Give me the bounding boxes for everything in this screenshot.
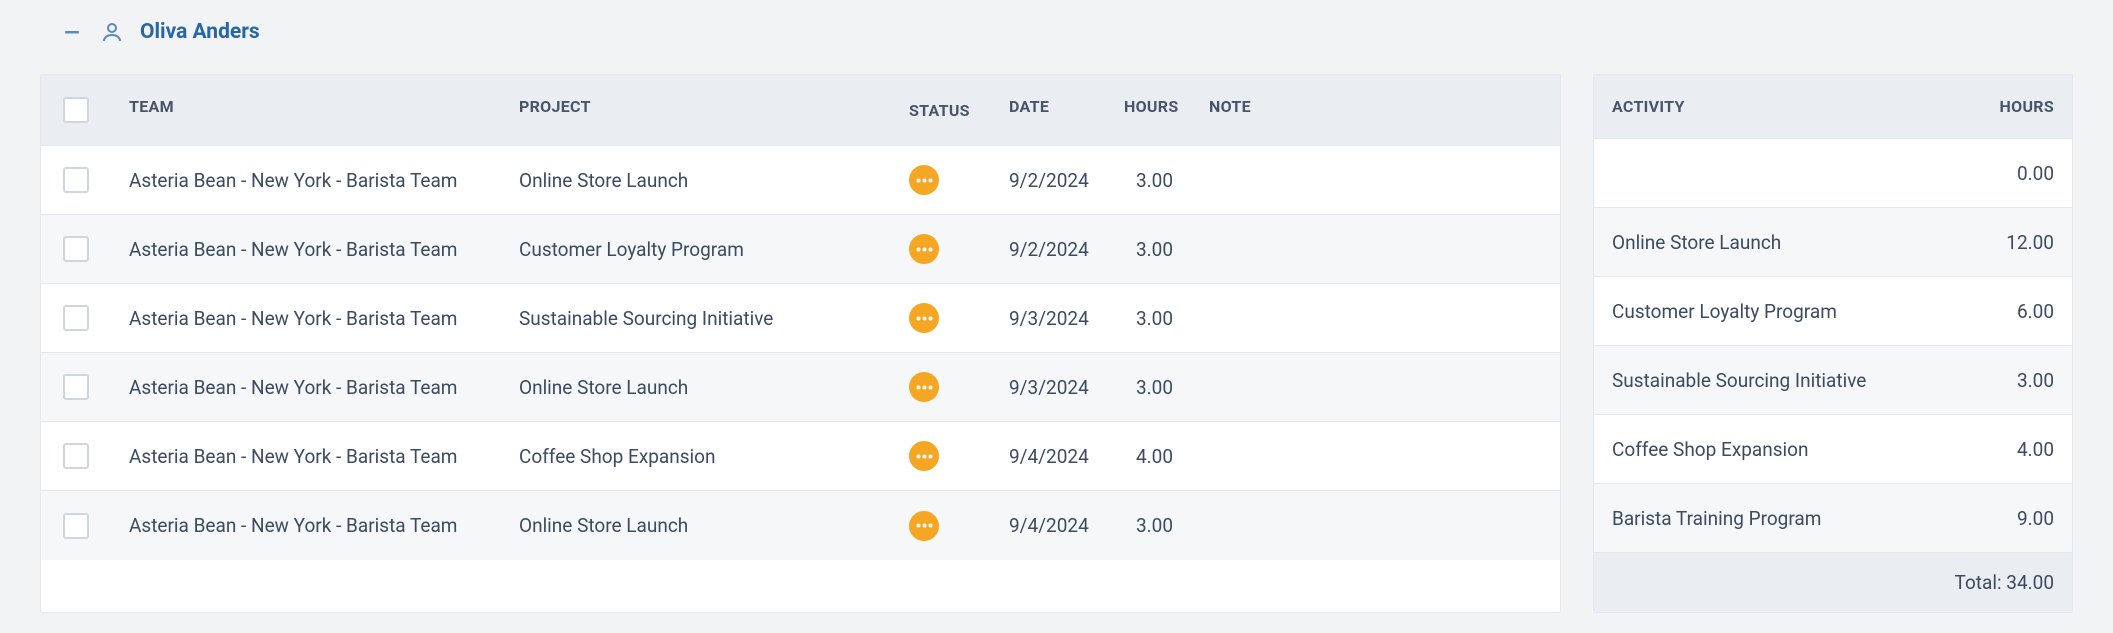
collapse-toggle[interactable] (60, 20, 84, 44)
status-pending-icon[interactable] (909, 303, 939, 333)
cell-note (1191, 508, 1560, 544)
cell-activity: Coffee Shop Expansion (1594, 420, 1952, 479)
entries-table-header: Team Project Status Date Hours Note (41, 75, 1560, 146)
cell-team: Asteria Bean - New York - Barista Team (111, 358, 501, 417)
cell-project: Coffee Shop Expansion (501, 427, 891, 486)
cell-activity-hours: 0.00 (1952, 144, 2072, 203)
cell-note (1191, 162, 1560, 198)
table-row: Asteria Bean - New York - Barista Team C… (41, 215, 1560, 284)
select-all-checkbox[interactable] (63, 97, 89, 123)
header-hours: Hours (1106, 75, 1191, 145)
header-activity: Activity (1594, 75, 1952, 138)
activity-row: Sustainable Sourcing Initiative 3.00 (1594, 346, 2072, 415)
cell-activity: Customer Loyalty Program (1594, 282, 1952, 341)
cell-project: Sustainable Sourcing Initiative (501, 289, 891, 348)
cell-date: 9/3/2024 (991, 358, 1106, 417)
row-checkbox[interactable] (63, 374, 89, 400)
cell-hours: 3.00 (1106, 151, 1191, 210)
cell-hours: 3.00 (1106, 289, 1191, 348)
activity-row: 0.00 (1594, 139, 2072, 208)
cell-activity-hours: 4.00 (1952, 420, 2072, 479)
header-activity-hours: Hours (1952, 75, 2072, 138)
cell-date: 9/2/2024 (991, 151, 1106, 210)
cell-note (1191, 231, 1560, 267)
table-row: Asteria Bean - New York - Barista Team C… (41, 422, 1560, 491)
cell-note (1191, 369, 1560, 405)
activity-summary-table: Activity Hours 0.00 Online Store Launch … (1593, 74, 2073, 613)
activity-row: Barista Training Program 9.00 (1594, 484, 2072, 553)
cell-date: 9/3/2024 (991, 289, 1106, 348)
status-pending-icon[interactable] (909, 511, 939, 541)
cell-activity: Barista Training Program (1594, 489, 1952, 548)
person-icon (100, 20, 124, 44)
cell-activity: Online Store Launch (1594, 213, 1952, 272)
cell-date: 9/4/2024 (991, 496, 1106, 555)
cell-project: Online Store Launch (501, 151, 891, 210)
cell-hours: 4.00 (1106, 427, 1191, 486)
activity-row: Customer Loyalty Program 6.00 (1594, 277, 2072, 346)
cell-project: Online Store Launch (501, 496, 891, 555)
table-row: Asteria Bean - New York - Barista Team O… (41, 146, 1560, 215)
cell-project: Customer Loyalty Program (501, 220, 891, 279)
cell-team: Asteria Bean - New York - Barista Team (111, 289, 501, 348)
table-row: Asteria Bean - New York - Barista Team O… (41, 353, 1560, 422)
cell-activity-hours: 6.00 (1952, 282, 2072, 341)
person-name: Oliva Anders (140, 20, 260, 44)
minus-icon (63, 23, 81, 41)
cell-activity-hours: 12.00 (1952, 213, 2072, 272)
group-header: Oliva Anders (20, 0, 2093, 74)
cell-note (1191, 300, 1560, 336)
table-row: Asteria Bean - New York - Barista Team O… (41, 491, 1560, 560)
cell-team: Asteria Bean - New York - Barista Team (111, 151, 501, 210)
cell-hours: 3.00 (1106, 496, 1191, 555)
cell-hours: 3.00 (1106, 358, 1191, 417)
cell-hours: 3.00 (1106, 220, 1191, 279)
activity-row: Coffee Shop Expansion 4.00 (1594, 415, 2072, 484)
header-status: Status (891, 75, 991, 145)
row-checkbox[interactable] (63, 305, 89, 331)
table-row: Asteria Bean - New York - Barista Team S… (41, 284, 1560, 353)
activity-total: Total: 34.00 (1594, 553, 2072, 612)
cell-note (1191, 438, 1560, 474)
activity-row: Online Store Launch 12.00 (1594, 208, 2072, 277)
row-checkbox[interactable] (63, 513, 89, 539)
status-pending-icon[interactable] (909, 234, 939, 264)
cell-activity: Sustainable Sourcing Initiative (1594, 351, 1952, 410)
cell-date: 9/4/2024 (991, 427, 1106, 486)
entries-table: Team Project Status Date Hours Note Aste… (40, 74, 1561, 613)
cell-activity (1594, 155, 1952, 191)
cell-activity-hours: 3.00 (1952, 351, 2072, 410)
row-checkbox[interactable] (63, 443, 89, 469)
cell-date: 9/2/2024 (991, 220, 1106, 279)
header-checkbox-cell (41, 75, 111, 145)
status-pending-icon[interactable] (909, 165, 939, 195)
status-pending-icon[interactable] (909, 441, 939, 471)
cell-team: Asteria Bean - New York - Barista Team (111, 427, 501, 486)
row-checkbox[interactable] (63, 167, 89, 193)
activity-table-header: Activity Hours (1594, 75, 2072, 139)
row-checkbox[interactable] (63, 236, 89, 262)
header-date: Date (991, 75, 1106, 145)
header-note: Note (1191, 75, 1560, 145)
cell-team: Asteria Bean - New York - Barista Team (111, 496, 501, 555)
header-project: Project (501, 75, 891, 145)
status-pending-icon[interactable] (909, 372, 939, 402)
header-team: Team (111, 75, 501, 145)
cell-activity-hours: 9.00 (1952, 489, 2072, 548)
cell-project: Online Store Launch (501, 358, 891, 417)
cell-team: Asteria Bean - New York - Barista Team (111, 220, 501, 279)
